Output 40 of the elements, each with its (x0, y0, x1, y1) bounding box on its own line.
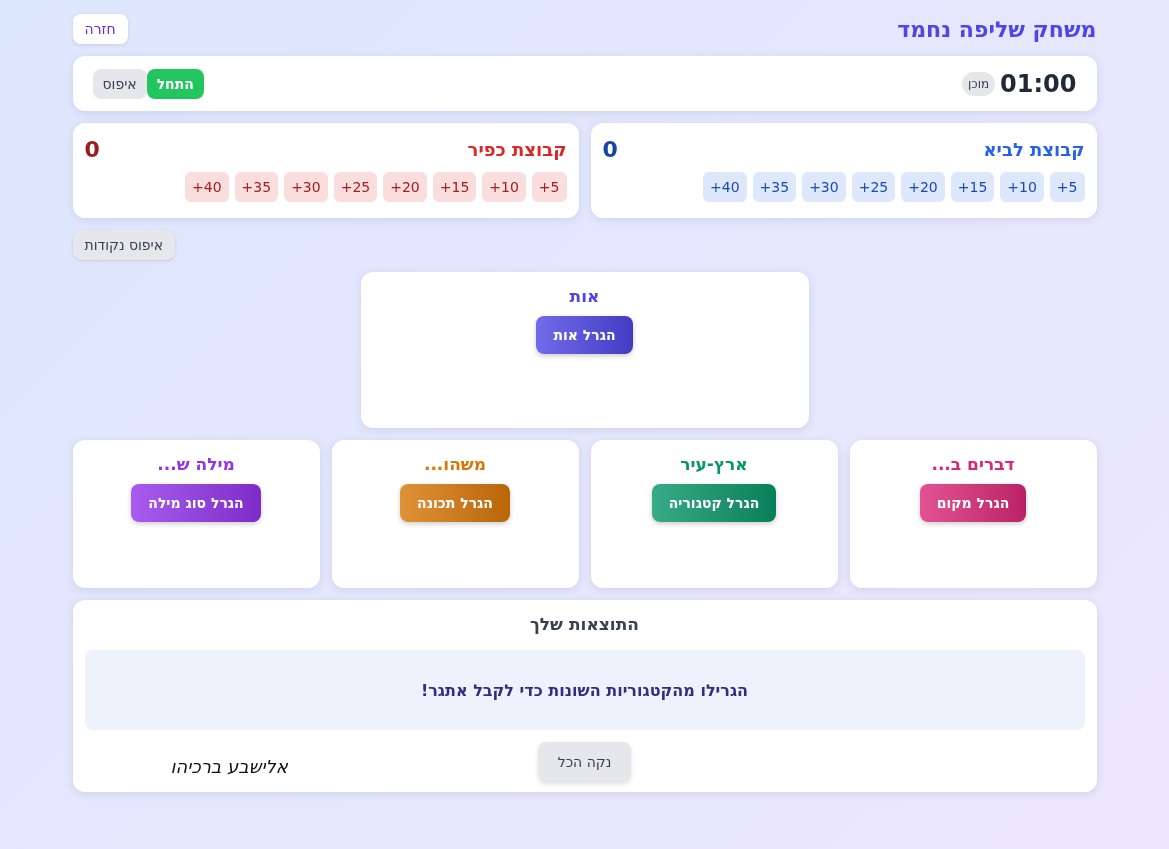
team-score: 0 (84, 137, 100, 162)
add-points-button[interactable]: +15 (432, 172, 477, 202)
add-points-button[interactable]: +10 (482, 172, 526, 202)
signature: אלישבע ברכיהו (170, 756, 288, 777)
card-title: דברים ב... (931, 454, 1015, 474)
back-button[interactable]: חזרה (72, 14, 128, 44)
add-points-button[interactable]: +40 (703, 172, 747, 202)
reset-points-button[interactable]: איפוס נקודות (72, 230, 176, 260)
reset-button[interactable]: איפוס (92, 68, 147, 99)
add-points-button[interactable]: +30 (284, 172, 328, 202)
card-title: אות (569, 286, 600, 306)
add-points-button[interactable]: +5 (531, 172, 567, 202)
add-points-button[interactable]: +25 (333, 172, 378, 202)
draw-button[interactable]: הגרל סוג מילה (131, 484, 261, 522)
team-score: 0 (602, 137, 618, 162)
team-name: קבוצת לביא (983, 139, 1085, 160)
add-points-button[interactable]: +35 (234, 172, 279, 202)
add-points-button[interactable]: +40 (185, 172, 229, 202)
timer-display: 01:00 (1000, 69, 1077, 98)
results-message: הגרילו מהקטגוריות השונות כדי לקבל אתגר! (84, 650, 1085, 730)
draw-button[interactable]: הגרל אות (536, 316, 633, 354)
team-name: קבוצת כפיר (467, 139, 567, 160)
add-points-button[interactable]: +20 (901, 172, 945, 202)
card-title: ארץ-עיר (680, 454, 748, 474)
draw-button[interactable]: הגרל תכונה (400, 484, 510, 522)
add-points-button[interactable]: +25 (851, 172, 896, 202)
add-points-button[interactable]: +35 (752, 172, 797, 202)
card-title: מילה ש... (157, 454, 235, 474)
add-points-button[interactable]: +5 (1049, 172, 1085, 202)
clear-all-button[interactable]: נקה הכל (537, 742, 632, 782)
status-badge: מוכן (962, 71, 996, 96)
page-title: משחק שליפה נחמד (897, 16, 1097, 42)
draw-button[interactable]: הגרל מקום (919, 484, 1027, 522)
add-points-button[interactable]: +15 (950, 172, 995, 202)
results-title: התוצאות שלך (530, 614, 639, 634)
add-points-button[interactable]: +30 (802, 172, 846, 202)
card-title: משהו... (423, 454, 487, 474)
add-points-button[interactable]: +10 (1000, 172, 1044, 202)
draw-button[interactable]: הגרל קטגוריה (651, 484, 777, 522)
add-points-button[interactable]: +20 (383, 172, 427, 202)
